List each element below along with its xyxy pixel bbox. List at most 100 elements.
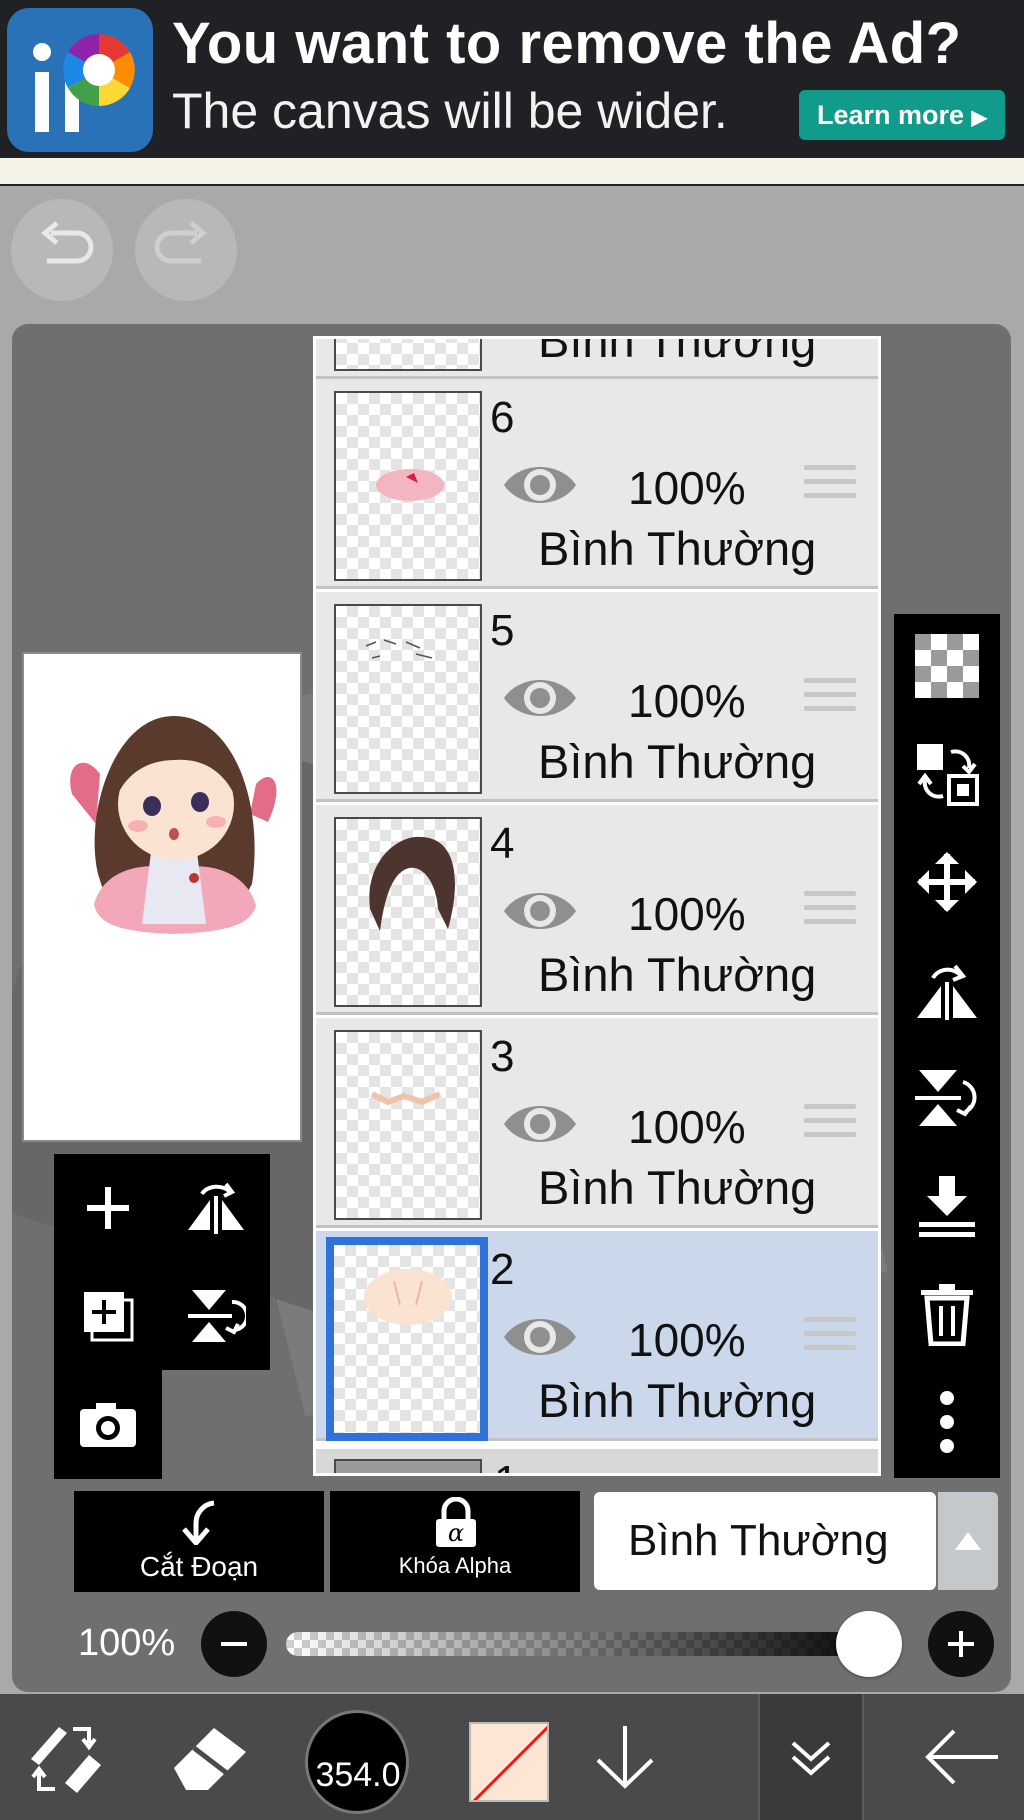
opacity-slider-thumb[interactable] (836, 1611, 902, 1677)
layer-thumbnail[interactable] (334, 604, 482, 794)
layer-opacity[interactable]: 100% (628, 1100, 746, 1154)
learn-more-label: Learn more (817, 100, 965, 130)
triangle-up-icon (955, 1532, 981, 1550)
alpha-lock-label: Khóa Alpha (398, 1553, 512, 1578)
learn-more-button[interactable]: Learn more ▶ (799, 90, 1005, 140)
layer-thumbnail[interactable] (334, 1030, 482, 1220)
visibility-eye-icon[interactable] (502, 1307, 578, 1367)
flip-layer-horizontal-button[interactable] (162, 1154, 270, 1262)
plus-icon (948, 1631, 974, 1657)
blend-mode-dropdown-button[interactable] (938, 1492, 998, 1590)
layer-list[interactable]: Bình Thường 6 100% Bình Thường 5 100% Bình Th… (313, 336, 881, 1476)
ibispaint-logo-icon[interactable] (7, 8, 153, 152)
flip-horizontal-layer-icon (188, 1182, 244, 1234)
move-down-icon (596, 1726, 654, 1789)
back-icon (925, 1729, 998, 1785)
drag-handle-icon[interactable] (804, 1104, 856, 1146)
drag-handle-icon[interactable] (804, 891, 856, 933)
canvas-preview[interactable] (22, 652, 302, 1142)
move-layer-down-button[interactable] (560, 1694, 690, 1820)
layer-thumbnail[interactable] (334, 817, 482, 1007)
drag-handle-icon[interactable] (804, 465, 856, 507)
delete-layer-button[interactable] (894, 1262, 1000, 1366)
layer-row[interactable]: 3 100% Bình Thường (316, 1018, 878, 1228)
copy-layer-button[interactable] (54, 1262, 162, 1370)
more-icon (940, 1391, 954, 1453)
add-layer-button[interactable] (54, 1154, 162, 1262)
layer-blend-mode: Bình Thường (538, 1161, 817, 1214)
character-drawing-image (70, 716, 277, 934)
layer-row[interactable]: 6 100% Bình Thường (316, 379, 878, 589)
visibility-eye-icon[interactable] (502, 668, 578, 728)
merge-down-icon (919, 1176, 975, 1237)
ad-divider (0, 158, 1024, 186)
layer-row-partial-bottom[interactable]: 1 (316, 1449, 878, 1473)
add-layer-icon (87, 1187, 129, 1229)
merge-down-button[interactable] (894, 1154, 1000, 1258)
tool-switch-button[interactable] (0, 1694, 130, 1820)
drag-handle-icon[interactable] (804, 1317, 856, 1359)
tool-swap-icon (31, 1727, 101, 1793)
undo-icon (41, 221, 94, 264)
move-icon (917, 852, 977, 912)
drag-handle-icon[interactable] (804, 678, 856, 720)
collapse-panel-button[interactable] (758, 1694, 864, 1820)
minus-icon (221, 1642, 247, 1646)
flip-layer-vertical-button[interactable] (162, 1262, 270, 1370)
transparency-checker-icon (915, 634, 979, 698)
layer-thumbnail[interactable] (334, 391, 482, 581)
delete-icon (921, 1284, 973, 1346)
layer-row[interactable]: 5 100% Bình Thường (316, 592, 878, 802)
transparency-button[interactable] (894, 614, 1000, 718)
eraser-button[interactable] (150, 1694, 270, 1820)
svg-text:α: α (448, 1519, 464, 1547)
alpha-lock-button[interactable]: α Khóa Alpha (330, 1491, 580, 1592)
brush-size-value: 354.0 (315, 1756, 401, 1794)
move-swap-icon (917, 744, 979, 806)
flip-vertical-layer-icon (188, 1290, 246, 1342)
flip-vertical-icon (915, 1070, 977, 1126)
clipping-label: Cắt Đoạn (139, 1551, 259, 1582)
ad-title: You want to remove the Ad? (172, 11, 962, 76)
opacity-value-label: 100% (78, 1622, 176, 1664)
layer-opacity[interactable]: 100% (628, 1313, 746, 1367)
more-options-button[interactable] (894, 1370, 1000, 1474)
chevron-right-icon: ▶ (971, 107, 987, 129)
flip-horizontal-icon (917, 964, 977, 1020)
move-button[interactable] (894, 830, 1000, 934)
layer-opacity[interactable]: 100% (628, 887, 746, 941)
opacity-decrease-button[interactable] (201, 1611, 267, 1677)
layer-blend-mode: Bình Thường (538, 522, 817, 575)
layer-number: 2 (490, 1245, 515, 1294)
layer-number: 3 (490, 1032, 515, 1081)
layer-row-partial-top[interactable]: Bình Thường (316, 339, 878, 379)
add-layer-copy-icon (84, 1292, 134, 1342)
layer-number: 4 (490, 819, 515, 868)
visibility-eye-icon[interactable] (502, 1094, 578, 1154)
layer-actions-grid (54, 1154, 270, 1479)
back-button[interactable] (900, 1694, 1024, 1820)
move-swap-button[interactable] (894, 722, 1000, 826)
layer-thumbnail[interactable] (326, 1237, 488, 1441)
clipping-button[interactable]: Cắt Đoạn (74, 1491, 324, 1592)
blend-mode-select[interactable]: Bình Thường (594, 1492, 936, 1590)
flip-horizontal-button[interactable] (894, 938, 1000, 1042)
ad-banner[interactable]: You want to remove the Ad? The canvas wi… (0, 0, 1024, 158)
undo-button[interactable] (11, 199, 113, 301)
flip-vertical-button[interactable] (894, 1046, 1000, 1150)
camera-button[interactable] (54, 1370, 162, 1478)
layer-blend-mode: Bình Thường (538, 735, 817, 788)
layer-blend-mode: Bình Thường (538, 1374, 817, 1427)
opacity-slider-track[interactable] (286, 1632, 886, 1656)
camera-icon (80, 1403, 136, 1447)
layer-number: 1 (494, 1457, 518, 1473)
layer-row[interactable]: 4 100% Bình Thường (316, 805, 878, 1015)
opacity-increase-button[interactable] (928, 1611, 994, 1677)
layer-opacity[interactable]: 100% (628, 461, 746, 515)
visibility-eye-icon[interactable] (502, 881, 578, 941)
color-picker-button[interactable] (469, 1722, 549, 1802)
layer-row[interactable]: 2 100% Bình Thường (316, 1231, 878, 1441)
visibility-eye-icon[interactable] (502, 455, 578, 515)
layer-opacity[interactable]: 100% (628, 674, 746, 728)
redo-button[interactable] (135, 199, 237, 301)
